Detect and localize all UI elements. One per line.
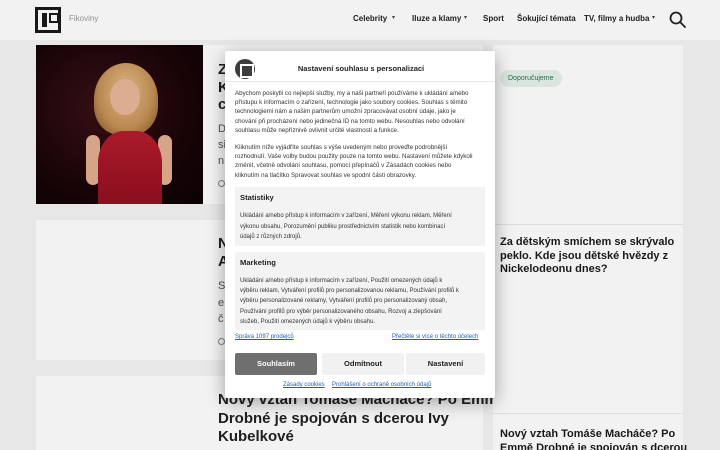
marketing-text-line: výběru reklam, Vytváření profilů pro per… [240,288,459,295]
consent-instructions-line: změnit, včetně odvolání souhlasu, pomocí… [235,162,452,170]
marketing-text-line: služeb, Použití omezených údajů k výběru… [240,318,376,325]
read-more-link[interactable]: Přečtěte si více o těchto účelech [392,334,478,340]
cookie-policy-link[interactable]: Zásady cookies [283,382,325,388]
marketing-text-line: výběru personalizované reklamy, Vytvářen… [240,298,448,305]
consent-dialog: Nastavení souhlasu s personalizací Abych… [225,51,495,398]
marketing-section[interactable]: Marketing Ukládání a/nebo přístup k info… [235,252,485,330]
consent-intro-line: přístupu k informacím o zařízení, techno… [235,99,468,107]
statistics-text-line: výkonu obsahu, Porozumění publiku prostř… [240,223,446,230]
reject-button[interactable]: Odmítnout [322,353,404,375]
consent-intro-line: chování při procházení nebo jedinečná ID… [235,117,465,125]
consent-intro-line: technologiemi nám a našim partnerům umož… [235,108,456,116]
consent-instructions-line: kliknutím na tlačítko Spravovat souhlas … [235,171,417,179]
consent-intro-line: Abychom poskytli co nejlepší služby, my … [235,90,469,97]
privacy-policy-link[interactable]: Prohlášení o ochraně osobních údajů [332,382,431,388]
settings-button[interactable]: Nastavení [406,353,485,375]
consent-intro-line: souhlasu může nepříznivě ovlivnit určité… [235,126,399,134]
consent-title: Nastavení souhlasu s personalizací [297,64,425,73]
site-logo-badge [235,59,255,79]
marketing-title: Marketing [240,258,276,267]
statistics-text-line: údajů z různých zdrojů. [240,234,302,241]
consent-instructions-line: Kliknutím níže vyjádříte souhlas s výše … [235,144,448,151]
marketing-text-line: Používání profilů pro výběr personalizov… [240,308,442,315]
divider [225,81,495,82]
manage-vendors-link[interactable]: Správa 1097 prodejců [235,334,294,340]
statistics-title: Statistiky [240,193,274,202]
marketing-text-line: Ukládání a/nebo přístup k informacím v z… [240,278,443,284]
statistics-text-line: Ukládání a/nebo přístup k informacím v z… [240,213,452,219]
accept-button[interactable]: Souhlasím [235,353,317,375]
statistics-section[interactable]: Statistiky Ukládání a/nebo přístup k inf… [235,187,485,246]
consent-instructions-line: rozhodnutí. Vaše volby budou použity pou… [235,153,473,161]
